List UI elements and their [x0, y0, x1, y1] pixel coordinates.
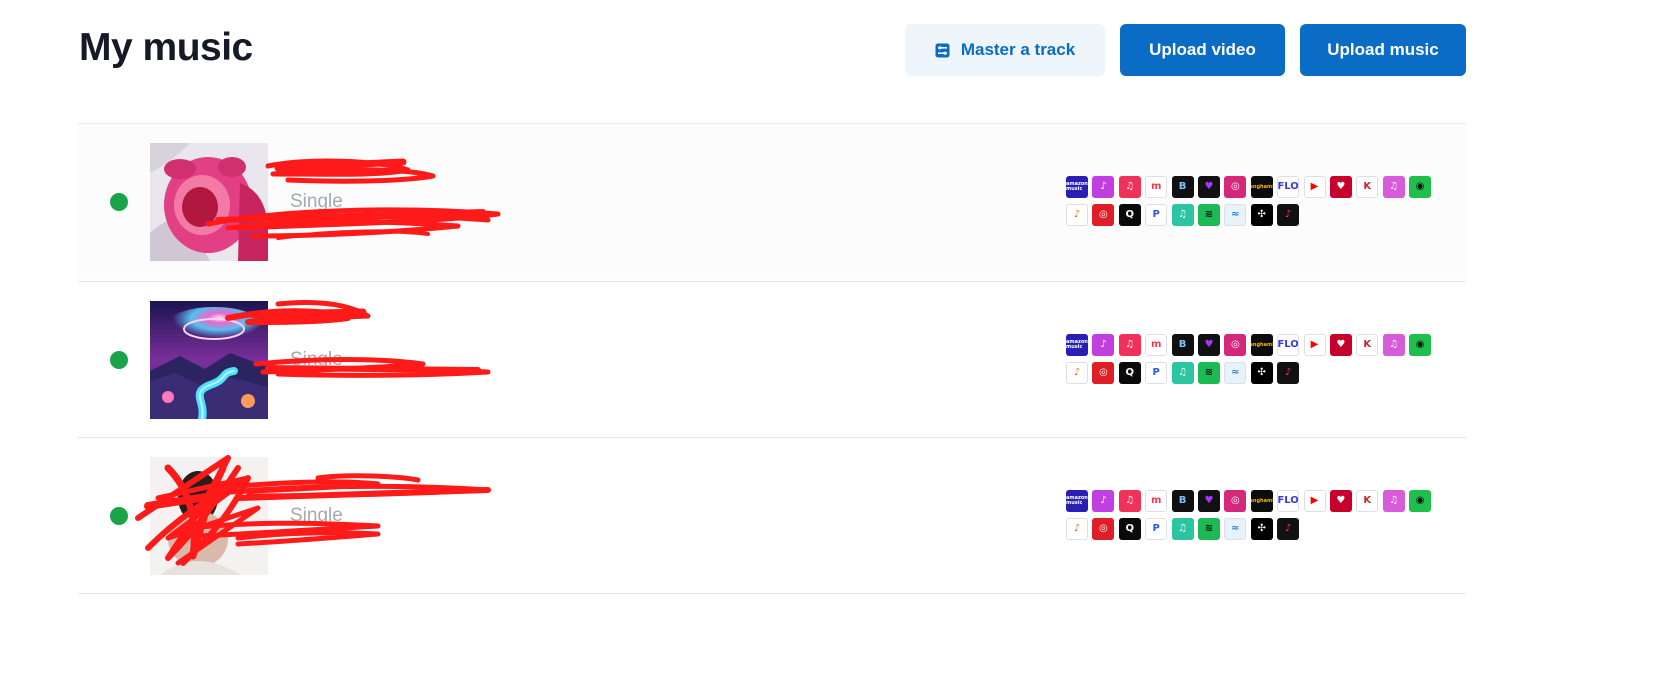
boomplay-icon: B	[1171, 334, 1194, 356]
itunes-icon: ♫	[1382, 176, 1405, 198]
anghami-icon: anghami	[1250, 176, 1273, 198]
track-row[interactable]: Single amazon music ♪ ♫ m B ♥ ◎ anghami FLO ▶ ♥ K ♫ ◉…	[78, 124, 1466, 279]
melon-icon: m	[1145, 490, 1168, 512]
platform-icons: amazon music ♪ ♫ m B ♥ ◎ anghami FLO ▶ ♥ K ♫ ◉ ♪ ◎ Q P ♫ ≋…	[1066, 334, 1438, 390]
platform-row-2: ♪ ◎ Q P ♫ ≋ ≈ ✣ ♪	[1066, 204, 1438, 226]
track-row[interactable]: Single amazon music ♪ ♫ m B ♥ ◎ anghami FLO ▶ ♥ K ♫ ◉…	[78, 282, 1466, 437]
itunes-icon: ♫	[1382, 334, 1405, 356]
kkbox-icon: K	[1356, 334, 1379, 356]
instagram-icon: ◎	[1224, 490, 1247, 512]
platform-row-2: ♪ ◎ Q P ♫ ≋ ≈ ✣ ♪	[1066, 518, 1438, 540]
joox-icon: ♪	[1066, 362, 1088, 384]
boomplay-icon: B	[1171, 490, 1194, 512]
tidal-like-icon: ≈	[1224, 204, 1247, 226]
pandora-icon: P	[1145, 518, 1168, 540]
apple-music-icon: ♫	[1118, 176, 1141, 198]
netease-music-icon: ◎	[1092, 518, 1115, 540]
status-live-dot	[110, 193, 128, 211]
deezer-like-icon: ♪	[1092, 490, 1115, 512]
jiosaavn-icon: ♫	[1171, 362, 1194, 384]
status-live-dot	[110, 351, 128, 369]
kkbox-icon: K	[1356, 176, 1379, 198]
portrait-cover[interactable]	[150, 457, 268, 575]
melon-icon: m	[1145, 334, 1168, 356]
amazon-music-icon: amazon music	[1066, 490, 1088, 512]
apple-music-icon: ♫	[1118, 334, 1141, 356]
platform-row-1: amazon music ♪ ♫ m B ♥ ◎ anghami FLO ▶ ♥ K ♫ ◉	[1066, 490, 1438, 512]
galaxy-river-cover[interactable]	[150, 301, 268, 419]
list-divider	[78, 593, 1466, 594]
page-title: My music	[79, 26, 253, 69]
audiomack-icon: ◉	[1409, 176, 1432, 198]
itunes-icon: ♫	[1382, 490, 1405, 512]
tidal-icon: ✣	[1250, 362, 1273, 384]
joox-icon: ♪	[1066, 518, 1088, 540]
qobuz-icon: Q	[1118, 204, 1141, 226]
master-track-button[interactable]: Master a track	[905, 24, 1105, 76]
instagram-icon: ◎	[1224, 176, 1247, 198]
track-type: Single	[290, 349, 343, 370]
deezer-like-icon: ♪	[1092, 176, 1115, 198]
flo-icon: FLO	[1277, 334, 1300, 356]
qobuz-icon: Q	[1118, 362, 1141, 384]
platform-icons: amazon music ♪ ♫ m B ♥ ◎ anghami FLO ▶ ♥ K ♫ ◉ ♪ ◎ Q P ♫ ≋…	[1066, 490, 1438, 546]
tidal-icon: ✣	[1250, 204, 1273, 226]
anghami-icon: anghami	[1250, 334, 1273, 356]
deezer-icon: ♥	[1197, 334, 1220, 356]
platform-row-1: amazon music ♪ ♫ m B ♥ ◎ anghami FLO ▶ ♥ K ♫ ◉	[1066, 176, 1438, 198]
audiomack-icon: ◉	[1409, 490, 1432, 512]
tiktok-icon: ♪	[1277, 362, 1300, 384]
spotify-icon: ≋	[1197, 518, 1220, 540]
iheartradio-icon: ♥	[1329, 176, 1352, 198]
boomplay-icon: B	[1171, 176, 1194, 198]
tiktok-icon: ♪	[1277, 518, 1300, 540]
joox-icon: ♪	[1066, 204, 1088, 226]
instagram-icon: ◎	[1224, 334, 1247, 356]
amazon-music-icon: amazon music	[1066, 334, 1088, 356]
jiosaavn-icon: ♫	[1171, 518, 1194, 540]
pandora-icon: P	[1145, 362, 1168, 384]
kkbox-icon: K	[1356, 490, 1379, 512]
netease-music-icon: ◎	[1092, 204, 1115, 226]
qobuz-icon: Q	[1118, 518, 1141, 540]
iheartradio-icon: ♥	[1329, 334, 1352, 356]
status-live-dot	[110, 507, 128, 525]
track-type: Single	[290, 505, 343, 526]
platform-row-2: ♪ ◎ Q P ♫ ≋ ≈ ✣ ♪	[1066, 362, 1438, 384]
audiomack-icon: ◉	[1409, 334, 1432, 356]
platform-icons: amazon music ♪ ♫ m B ♥ ◎ anghami FLO ▶ ♥ K ♫ ◉ ♪ ◎ Q P ♫ ≋…	[1066, 176, 1438, 232]
deezer-icon: ♥	[1197, 176, 1220, 198]
amazon-music-icon: amazon music	[1066, 176, 1088, 198]
apple-music-icon: ♫	[1118, 490, 1141, 512]
anghami-icon: anghami	[1250, 490, 1273, 512]
flo-icon: FLO	[1277, 176, 1300, 198]
netease-music-icon: ◎	[1092, 362, 1115, 384]
tidal-like-icon: ≈	[1224, 362, 1247, 384]
sliders-icon	[935, 43, 950, 58]
flo-icon: FLO	[1277, 490, 1300, 512]
tiktok-icon: ♪	[1277, 204, 1300, 226]
tidal-icon: ✣	[1250, 518, 1273, 540]
deezer-like-icon: ♪	[1092, 334, 1115, 356]
pandora-icon: P	[1145, 204, 1168, 226]
jiosaavn-icon: ♫	[1171, 204, 1194, 226]
platform-row-1: amazon music ♪ ♫ m B ♥ ◎ anghami FLO ▶ ♥ K ♫ ◉	[1066, 334, 1438, 356]
upload-video-button[interactable]: Upload video	[1120, 24, 1285, 76]
upload-music-button[interactable]: Upload music	[1300, 24, 1466, 76]
master-track-label: Master a track	[960, 40, 1076, 59]
track-type: Single	[290, 191, 343, 212]
track-row[interactable]: Single amazon music ♪ ♫ m B ♥ ◎ anghami FLO ▶ ♥ K ♫ ◉…	[78, 438, 1466, 593]
deezer-icon: ♥	[1197, 490, 1220, 512]
youtube-music-icon: ▶	[1303, 490, 1326, 512]
pink-plush-cover[interactable]	[150, 143, 268, 261]
iheartradio-icon: ♥	[1329, 490, 1352, 512]
spotify-icon: ≋	[1197, 204, 1220, 226]
tidal-like-icon: ≈	[1224, 518, 1247, 540]
spotify-icon: ≋	[1197, 362, 1220, 384]
youtube-music-icon: ▶	[1303, 176, 1326, 198]
youtube-music-icon: ▶	[1303, 334, 1326, 356]
melon-icon: m	[1145, 176, 1168, 198]
